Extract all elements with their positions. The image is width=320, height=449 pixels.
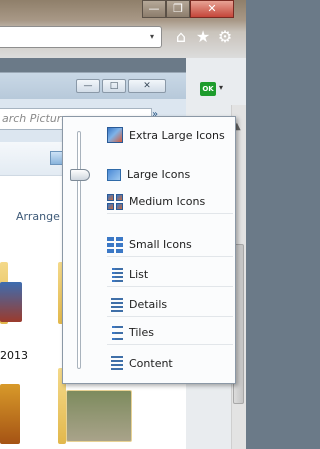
extra-large-icons-icon [107,127,123,143]
gear-icon[interactable]: ⚙ [216,28,234,46]
address-bar[interactable]: ▾ [0,26,162,48]
tiles-icon [107,325,123,341]
home-icon[interactable]: ⌂ [172,28,190,46]
menu-item-label: Extra Large Icons [129,128,225,142]
medium-icons-icon [107,193,123,210]
content-icon [107,355,123,371]
menu-item-label: Medium Icons [129,195,206,208]
menu-item-details[interactable]: Details [107,293,233,317]
explorer-window-controls: — □ ✕ [76,79,166,93]
menu-item-label: List [129,268,149,281]
photo-thumbnail[interactable] [0,384,20,444]
explorer-minimize-button[interactable]: — [76,79,100,93]
menu-item-label: Tiles [129,326,154,339]
menu-item-extra-large-icons[interactable]: Extra Large Icons [107,123,233,147]
photo-thumbnail[interactable] [0,282,22,322]
explorer-close-button[interactable]: ✕ [128,79,166,93]
large-icons-icon [107,169,121,181]
star-icon[interactable]: ★ [194,28,212,46]
browser-maximize-button[interactable]: ❐ [166,0,190,18]
explorer-maximize-button[interactable]: □ [102,79,126,93]
menu-item-label: Content [129,356,173,370]
browser-close-button[interactable]: ✕ [190,0,234,18]
menu-item-large-icons[interactable]: Large Icons [107,162,233,186]
menu-item-medium-icons[interactable]: Medium Icons [107,190,233,214]
browser-command-icons: ⌂ ★ ⚙ [172,28,234,46]
menu-item-list[interactable]: List [107,263,233,287]
address-dropdown-icon[interactable]: ▾ [146,30,158,44]
icon-size-slider-thumb[interactable] [70,169,90,181]
folder-caption[interactable]: 2013 [0,349,28,362]
addon-ok-badge[interactable]: OK [200,82,216,96]
addon-dropdown-icon[interactable]: ▾ [219,83,223,92]
menu-item-small-icons[interactable]: Small Icons [107,233,233,257]
list-icon [107,267,123,283]
menu-item-content[interactable]: Content [107,351,233,375]
view-size-menu: Extra Large Icons Large Icons Medium Ico… [62,116,236,384]
details-icon [107,297,123,313]
browser-window-controls: — ❐ ✕ [142,0,234,18]
browser-minimize-button[interactable]: — [142,0,166,18]
menu-item-tiles[interactable]: Tiles [107,321,233,345]
menu-item-label: Details [129,298,168,311]
small-icons-icon [107,236,123,253]
menu-item-label: Large Icons [127,167,191,181]
icon-size-slider-track[interactable] [77,131,81,369]
photo-thumbnail[interactable] [66,390,132,442]
menu-item-label: Small Icons [129,238,192,251]
